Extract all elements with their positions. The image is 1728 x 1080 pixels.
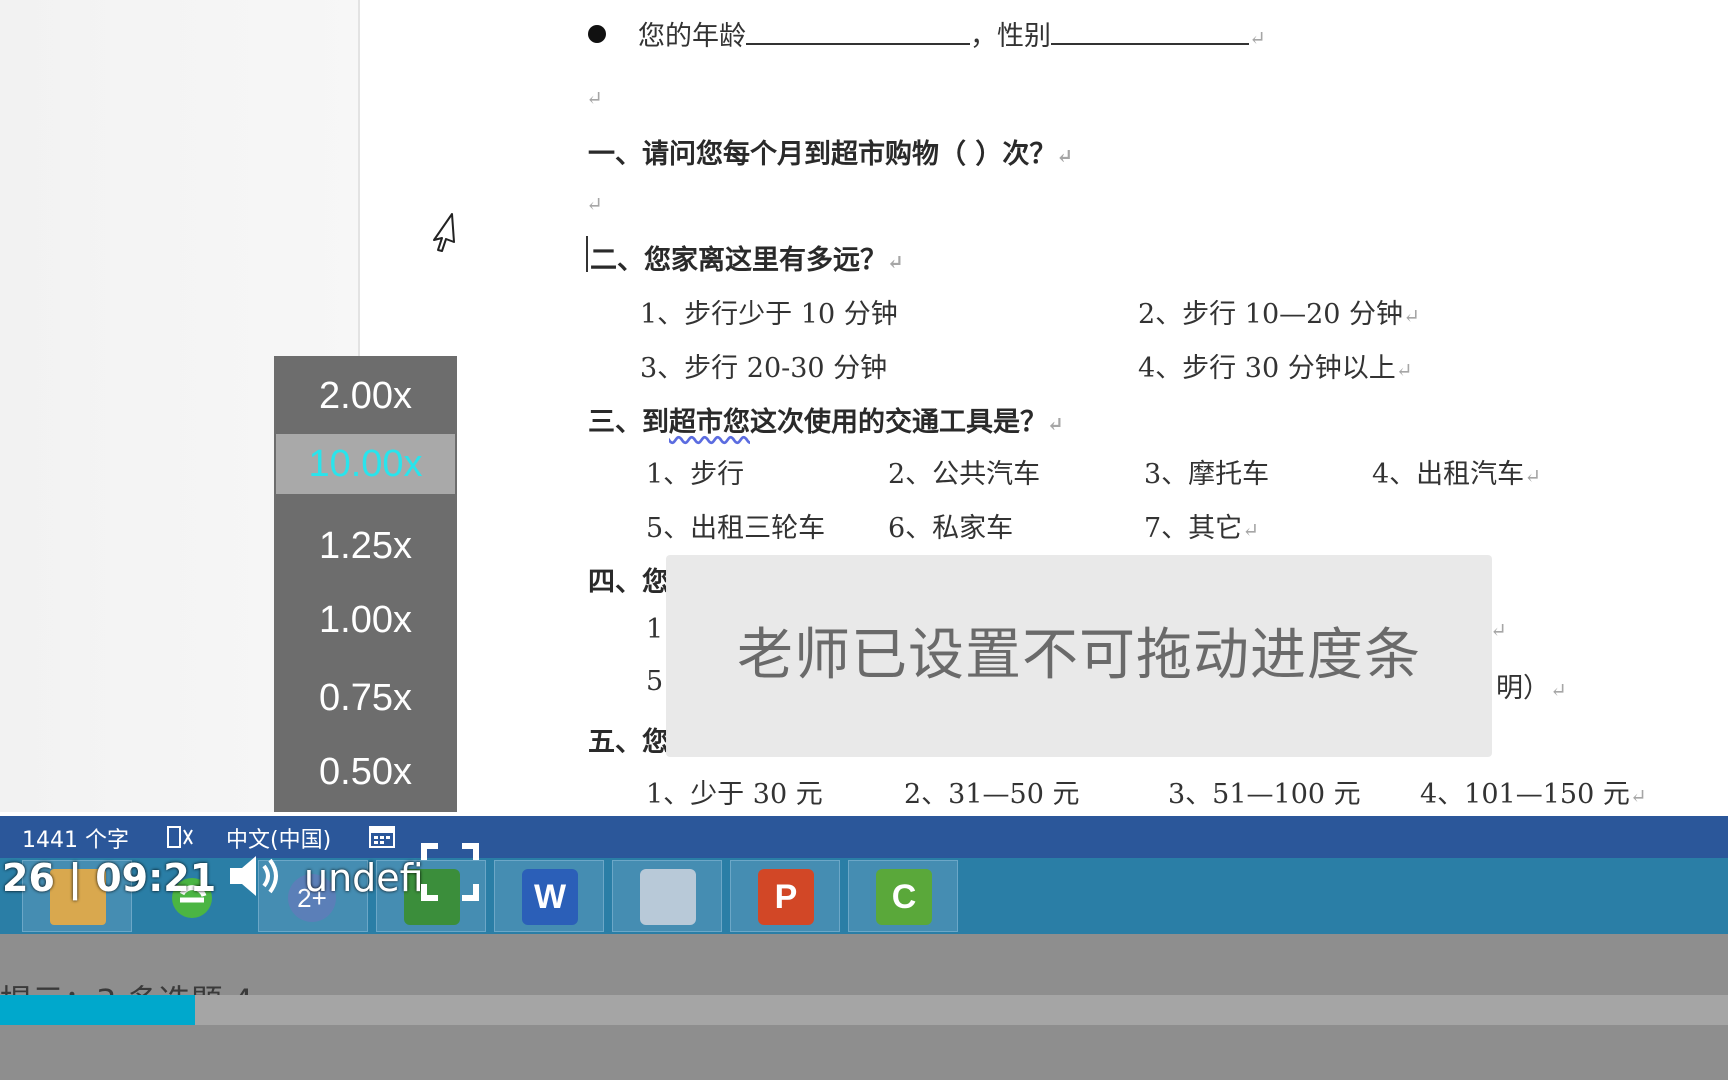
taskbar-word[interactable]: W [494, 860, 604, 932]
taskbar-powerpoint[interactable]: P [730, 860, 840, 932]
proofing-icon[interactable] [166, 824, 196, 850]
q3-option: 3、摩托车 [1144, 459, 1270, 490]
question-2: 二、您家离这里有多远？↵ [590, 245, 904, 276]
age-gender-line: 您的年龄 ，性别 ↵ [638, 14, 1266, 53]
fullscreen-icon[interactable] [420, 842, 480, 902]
progress-fill [0, 995, 196, 1025]
word-count[interactable]: 1441 个字 [22, 822, 129, 854]
progress-bar[interactable] [0, 995, 1728, 1025]
q3-option: 1、步行 [646, 459, 745, 490]
q3-option: 7、其它↵ [1144, 513, 1259, 544]
gender-blank[interactable] [1051, 19, 1249, 45]
paragraph-mark: ↵ [1249, 26, 1266, 50]
q3-option: 5、出租三轮车 [646, 513, 826, 544]
speed-option-2x[interactable]: 2.00x [274, 366, 457, 426]
q2-option: 4、步行 30 分钟以上↵ [1138, 353, 1413, 384]
q5-option: 2、31—50 元 [904, 779, 1080, 810]
q5-option: 4、101—150 元↵ [1420, 779, 1647, 810]
q5-option: 1、少于 30 元 [646, 779, 823, 810]
speed-option-1-25x[interactable]: 1.25x [274, 516, 457, 576]
q2-option: 3、步行 20-30 分钟 [640, 353, 888, 384]
taskbar-camtasia-recorder[interactable]: C [848, 860, 958, 932]
question-5-partial: 五、您 [588, 727, 669, 758]
paragraph-mark: ↵ [586, 86, 603, 110]
question-1: 一、请问您每个月到超市购物（ ）次？↵ [588, 139, 1074, 170]
speed-option-1x[interactable]: 1.00x [274, 590, 457, 650]
playback-time: 26 | 09:21 [2, 856, 217, 900]
playback-speed-menu: 2.00x 10.00x 1.25x 1.00x 0.75x 0.50x [274, 356, 457, 812]
volume-icon[interactable] [226, 850, 284, 902]
powerpoint-icon: P [758, 869, 814, 925]
q2-option: 2、步行 10—20 分钟↵ [1138, 299, 1420, 330]
q4-line1-start: 1 [646, 614, 664, 645]
paragraph-mark: ↵ [1490, 618, 1507, 642]
progress-locked-toast: 老师已设置不可拖动进度条 [666, 555, 1492, 757]
subtitle-caption: 提示：3 多选题 4 [0, 976, 253, 995]
question-4-partial: 四、您 [588, 567, 669, 598]
taskbar-notes[interactable] [612, 860, 722, 932]
q3-option: 2、公共汽车 [888, 459, 1041, 490]
notes-icon [640, 869, 696, 925]
q4-line2-start: 5 [646, 666, 664, 697]
paragraph-mark: ↵ [586, 192, 603, 216]
text-caret [586, 236, 588, 272]
toast-message: 老师已设置不可拖动进度条 [737, 623, 1421, 688]
player-label: undefi [304, 856, 424, 900]
spellcheck-underline: 超市您 [669, 407, 750, 438]
camtasia-recorder-icon: C [876, 869, 932, 925]
age-blank[interactable] [746, 19, 970, 45]
macro-recording-icon[interactable] [368, 823, 396, 851]
mouse-pointer-icon [433, 213, 455, 252]
q3-option: 6、私家车 [888, 513, 1014, 544]
speed-option-0-5x[interactable]: 0.50x [274, 742, 457, 802]
speed-option-10x-selected[interactable]: 10.00x [276, 434, 455, 494]
gender-label: ，性别 [970, 21, 1051, 52]
age-label: 您的年龄 [638, 21, 746, 52]
bullet-icon [588, 25, 606, 43]
q4-line2-end: 明）↵ [1496, 673, 1567, 704]
question-3: 三、到超市您这次使用的交通工具是？↵ [588, 407, 1064, 438]
q5-option: 3、51—100 元 [1168, 779, 1361, 810]
q2-option: 1、步行少于 10 分钟 [640, 299, 898, 330]
speed-option-0-75x[interactable]: 0.75x [274, 668, 457, 728]
word-icon: W [522, 869, 578, 925]
q3-option: 4、出租汽车↵ [1372, 459, 1541, 490]
